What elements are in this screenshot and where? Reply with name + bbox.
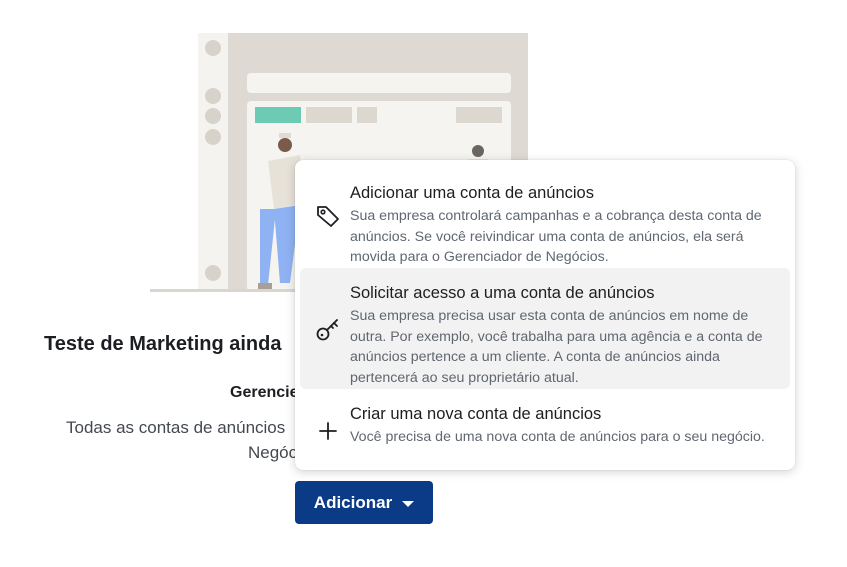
page-subtitle: Gerencie [230,384,299,401]
menu-option-request-access[interactable]: Solicitar acesso a uma conta de anúncios… [300,268,790,389]
illustration-baseline [150,289,300,292]
menu-option-title: Adicionar uma conta de anúncios [350,184,594,202]
add-options-menu: Adicionar uma conta de anúncios Sua empr… [295,160,795,470]
add-button-label: Adicionar [313,492,393,512]
menu-option-description: Você precisa de uma nova conta de anúnci… [350,429,765,445]
key-icon [314,315,342,343]
caret-down-icon [402,500,415,507]
menu-option-add-ad-account[interactable]: Adicionar uma conta de anúncios Sua empr… [300,168,790,268]
menu-option-title: Criar uma nova conta de anúncios [350,405,602,423]
tag-icon [314,202,342,230]
menu-option-title: Solicitar acesso a uma conta de anúncios [350,284,655,302]
plus-icon [314,417,342,445]
menu-option-description: Sua empresa controlará campanhas e a cob… [350,208,762,265]
page-title: Teste de Marketing ainda [44,333,282,355]
menu-option-description: Sua empresa precisa usar esta conta de a… [350,308,763,386]
add-button[interactable]: Adicionar [295,481,433,524]
page-description-continued: Negóc [248,443,298,462]
menu-option-create-ad-account[interactable]: Criar uma nova conta de anúncios Você pr… [300,389,790,464]
page-description: Todas as contas de anúncios [66,418,286,437]
